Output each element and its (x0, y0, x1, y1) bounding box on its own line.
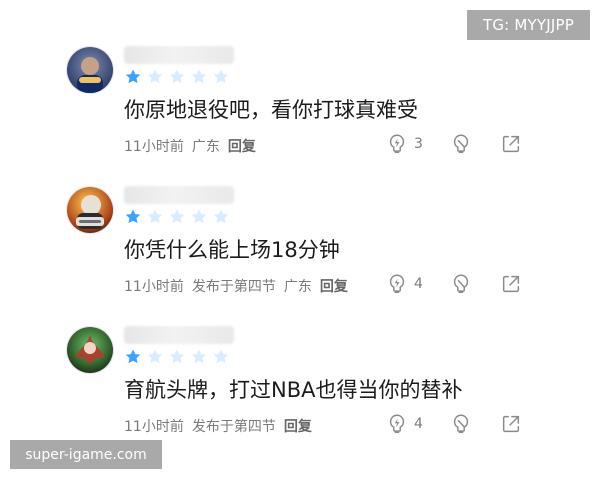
star-empty-icon (191, 209, 207, 224)
star-empty-icon (169, 209, 185, 224)
comment-item: 育航头牌，打过NBA也得当你的替补 11小时前 发布于第四节 回复 4 (0, 318, 600, 453)
comment-location: 广东 (191, 139, 220, 155)
tg-watermark-text: TG: MYYJJPP (482, 16, 574, 34)
lightbulb-like-icon (389, 414, 405, 433)
lightbulb-dislike-icon (453, 414, 469, 433)
user-avatar[interactable] (66, 46, 114, 94)
comment-extra: 发布于第四节 (191, 419, 276, 435)
rating-stars (124, 348, 230, 366)
like-button[interactable]: 4 (386, 273, 423, 295)
comment-actions: 4 (386, 273, 546, 295)
avatar-image (67, 187, 113, 233)
comment-location: 广东 (283, 279, 312, 295)
reply-button[interactable]: 回复 (228, 136, 256, 156)
comment-meta: 11小时前 广东 回复 (124, 136, 256, 156)
comment-text: 你原地退役吧，看你打球真难受 (124, 98, 418, 122)
rating-stars (124, 68, 230, 86)
comment-time: 11小时前 (124, 419, 184, 435)
star-empty-icon (213, 69, 229, 84)
comment-meta: 11小时前 发布于第四节 回复 (124, 416, 312, 436)
share-button[interactable] (500, 133, 522, 155)
share-button[interactable] (500, 413, 522, 435)
comment-actions: 3 (386, 133, 546, 155)
username-blurred (124, 186, 234, 204)
star-empty-icon (191, 349, 207, 364)
rating-stars (124, 208, 230, 226)
star-empty-icon (147, 69, 163, 84)
tg-watermark: TG: MYYJJPP (467, 10, 590, 40)
user-avatar[interactable] (66, 326, 114, 374)
comment-actions: 4 (386, 413, 546, 435)
comment-time: 11小时前 (124, 139, 184, 155)
star-filled-icon (125, 349, 141, 364)
like-count: 4 (414, 276, 423, 292)
share-icon (502, 415, 520, 433)
comment-text: 育航头牌，打过NBA也得当你的替补 (124, 378, 463, 402)
star-empty-icon (191, 69, 207, 84)
star-empty-icon (213, 349, 229, 364)
site-watermark-text: super-igame.com (25, 446, 147, 463)
star-empty-icon (169, 69, 185, 84)
comment-meta: 11小时前 发布于第四节 广东 回复 (124, 276, 348, 296)
lightbulb-like-icon (389, 274, 405, 293)
star-filled-icon (125, 209, 141, 224)
share-button[interactable] (500, 273, 522, 295)
comment-item: 你凭什么能上场18分钟 11小时前 发布于第四节 广东 回复 4 (0, 178, 600, 313)
comment-text: 你凭什么能上场18分钟 (124, 238, 340, 262)
avatar-image (67, 327, 113, 373)
star-empty-icon (169, 349, 185, 364)
share-icon (502, 135, 520, 153)
like-count: 4 (414, 416, 423, 432)
comment-time: 11小时前 (124, 279, 184, 295)
like-button[interactable]: 3 (386, 133, 423, 155)
dislike-button[interactable] (450, 133, 472, 155)
username-blurred (124, 326, 234, 344)
star-empty-icon (213, 209, 229, 224)
avatar-image (67, 47, 113, 93)
share-icon (502, 275, 520, 293)
lightbulb-like-icon (389, 134, 405, 153)
star-filled-icon (125, 69, 141, 84)
star-empty-icon (147, 209, 163, 224)
dislike-button[interactable] (450, 413, 472, 435)
lightbulb-dislike-icon (453, 274, 469, 293)
reply-button[interactable]: 回复 (320, 276, 348, 296)
lightbulb-dislike-icon (453, 134, 469, 153)
user-avatar[interactable] (66, 186, 114, 234)
reply-button[interactable]: 回复 (284, 416, 312, 436)
star-empty-icon (147, 349, 163, 364)
dislike-button[interactable] (450, 273, 472, 295)
site-watermark: super-igame.com (10, 440, 162, 469)
like-button[interactable]: 4 (386, 413, 423, 435)
comment-item: 你原地退役吧，看你打球真难受 11小时前 广东 回复 3 (0, 38, 600, 173)
like-count: 3 (414, 136, 423, 152)
username-blurred (124, 46, 234, 64)
comment-extra: 发布于第四节 (191, 279, 276, 295)
